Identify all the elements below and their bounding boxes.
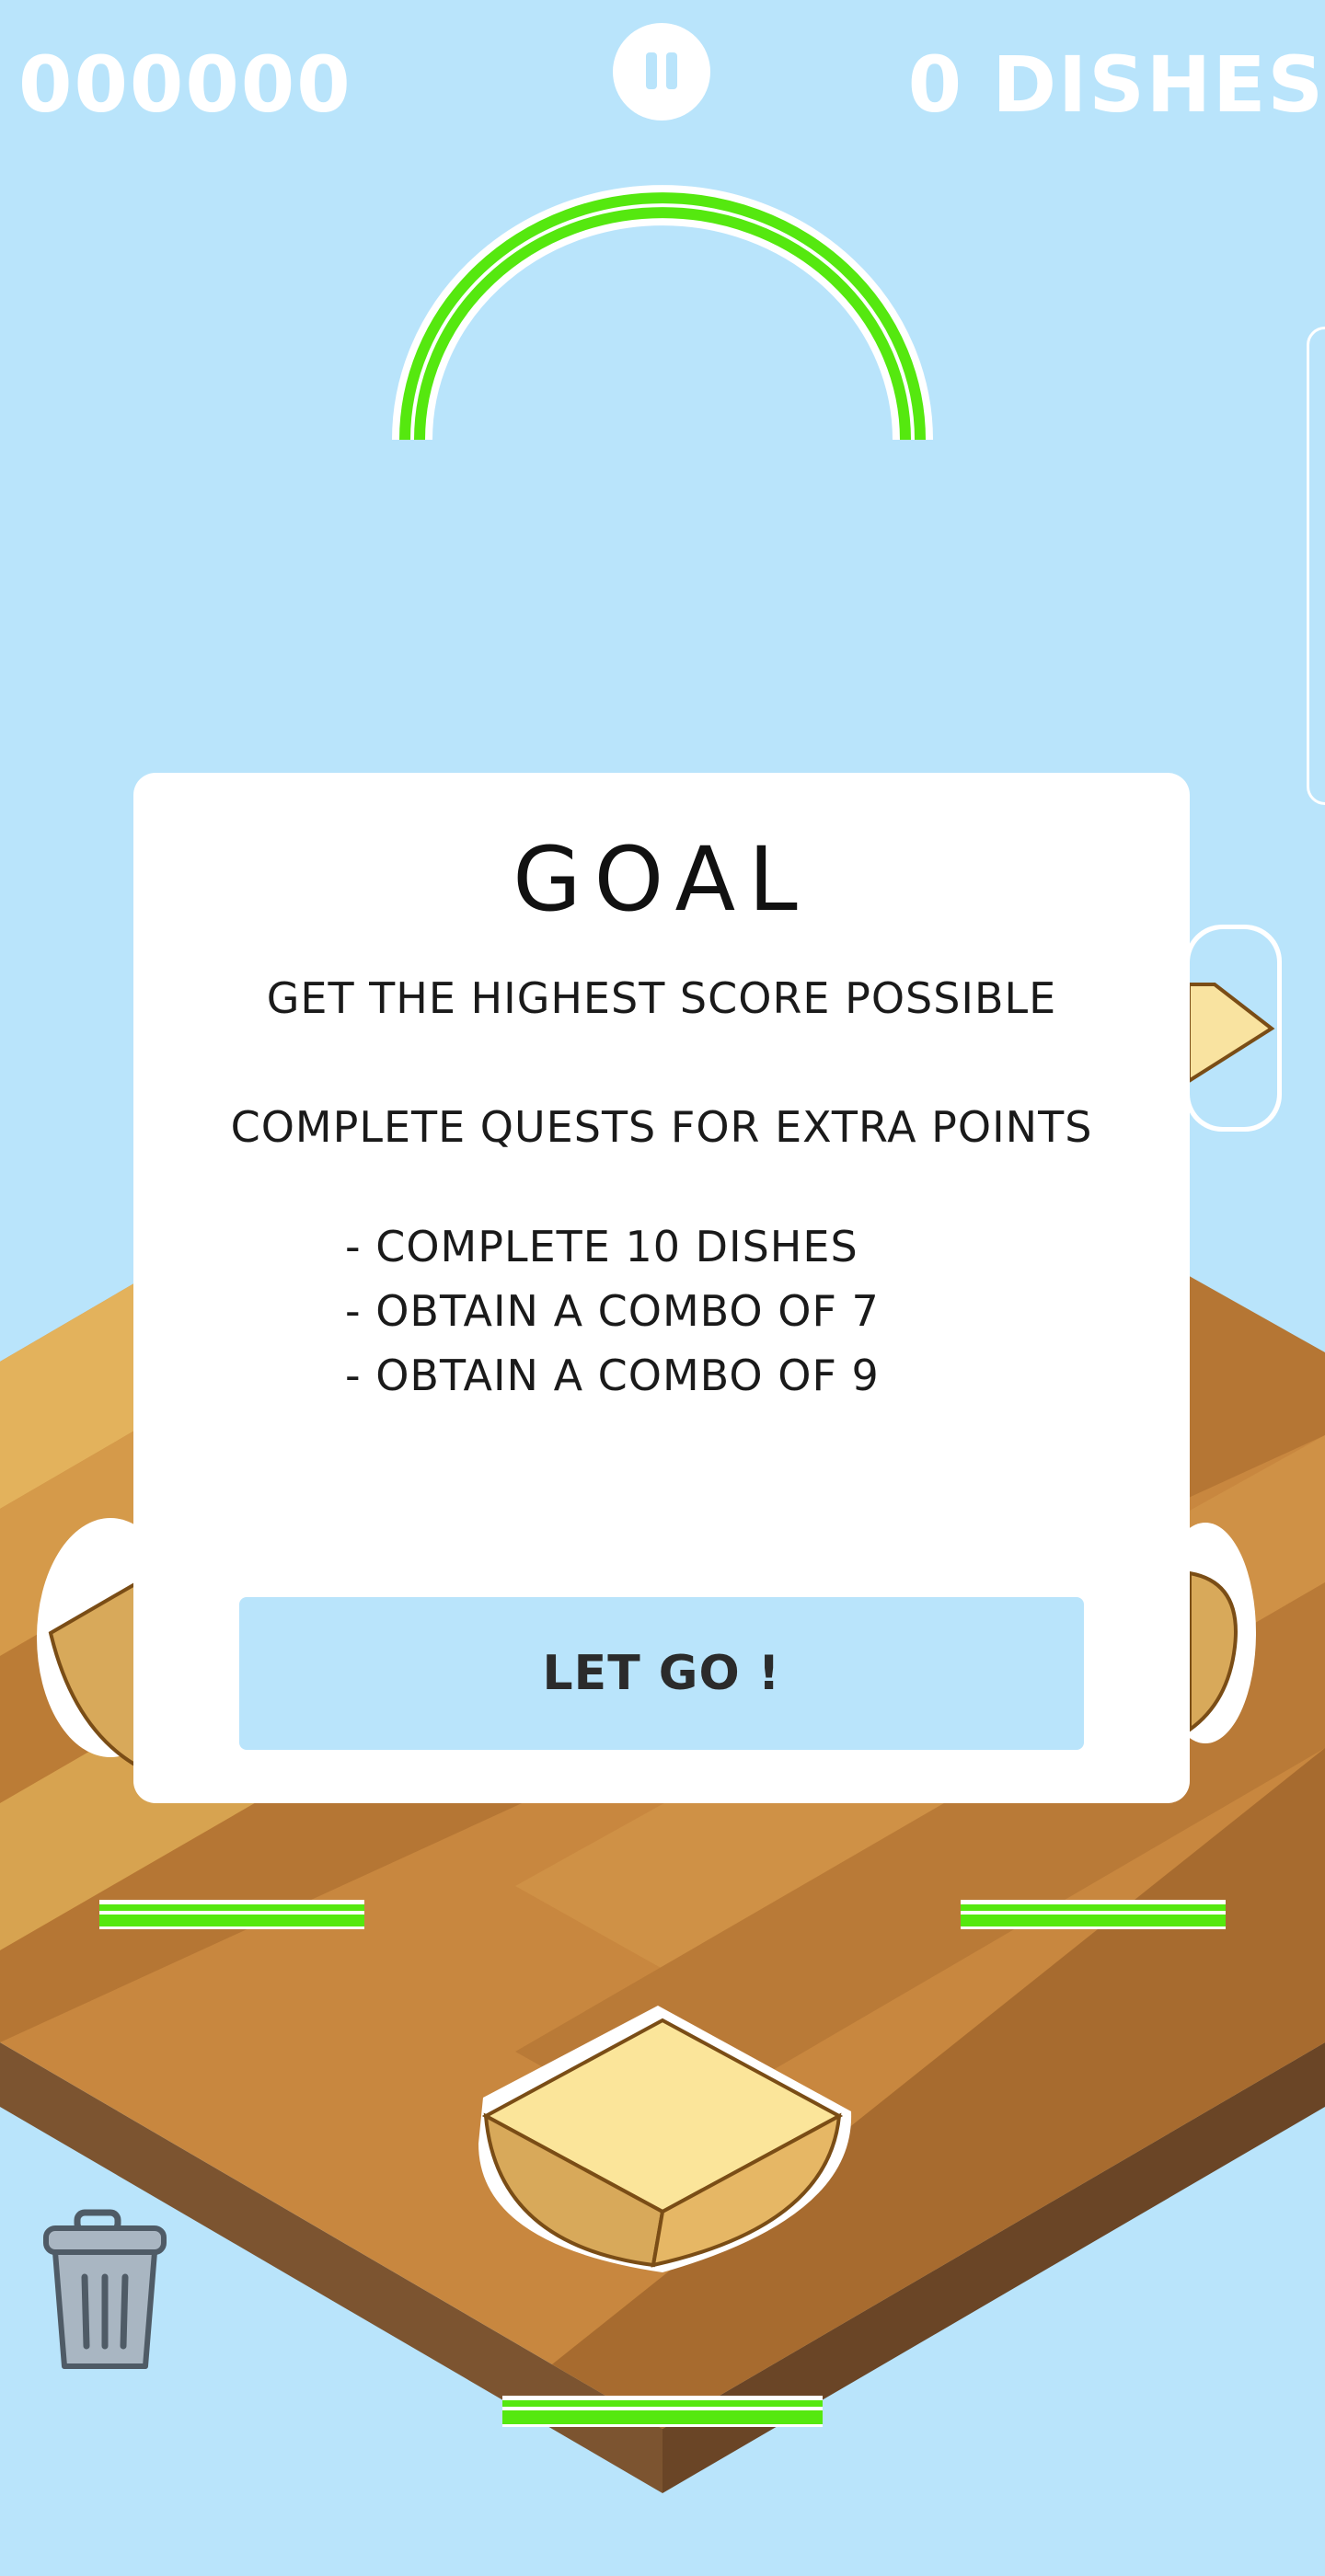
quest-list: - COMPLETE 10 DISHES - OBTAIN A COMBO OF… (345, 1214, 880, 1408)
side-panel-edge (1307, 327, 1325, 805)
lets-go-label: LET GO ! (542, 1646, 781, 1701)
lets-go-button[interactable]: LET GO ! (239, 1597, 1084, 1750)
quest-item: - OBTAIN A COMBO OF 7 (345, 1286, 880, 1336)
goal-line-quests: COMPLETE QUESTS FOR EXTRA POINTS (230, 1102, 1093, 1152)
trash-can-icon[interactable] (40, 2208, 169, 2374)
pause-button[interactable] (613, 23, 710, 121)
modal-title: GOAL (513, 828, 811, 931)
goal-line-score: GET THE HIGHEST SCORE POSSIBLE (266, 973, 1057, 1023)
goal-modal: GOAL GET THE HIGHEST SCORE POSSIBLE COMP… (133, 773, 1190, 1803)
quest-item: - OBTAIN A COMBO OF 9 (345, 1351, 880, 1400)
pause-icon (646, 52, 657, 89)
quest-item: - COMPLETE 10 DISHES (345, 1222, 858, 1271)
dishes-counter: 0 DISHES (907, 40, 1325, 130)
score-counter: 000000 (18, 40, 352, 130)
